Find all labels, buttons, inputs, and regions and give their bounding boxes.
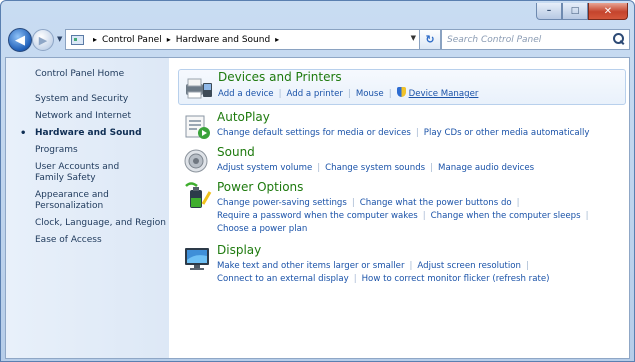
sidebar-item-ease-of-access[interactable]: Ease of Access — [6, 235, 169, 246]
close-button[interactable]: ✕ — [588, 3, 628, 20]
breadcrumb-hardware-and-sound[interactable]: Hardware and Sound — [176, 35, 270, 45]
power-options-links: Change power-saving settings | Change what… — [217, 198, 589, 234]
add-a-device-link[interactable]: Add a device — [218, 89, 274, 99]
category-devices-and-printers: Devices and Printers Add a device | Add a … — [178, 69, 626, 105]
change-default-media-settings-link[interactable]: Change default settings for media or dev… — [217, 128, 411, 138]
breadcrumb-separator[interactable]: ▸ — [275, 35, 279, 44]
require-password-on-wake-link[interactable]: Require a password when the computer wak… — [217, 211, 418, 221]
manage-audio-devices-link[interactable]: Manage audio devices — [438, 163, 534, 173]
power-battery-icon[interactable] — [183, 182, 213, 210]
make-text-larger-link[interactable]: Make text and other items larger or smal… — [217, 261, 405, 271]
connect-external-display-link[interactable]: Connect to an external display — [217, 274, 349, 284]
autoplay-title[interactable]: AutoPlay — [217, 110, 270, 124]
mouse-link[interactable]: Mouse — [356, 89, 384, 99]
sidebar-item-control-panel-home[interactable]: Control Panel Home — [6, 69, 169, 80]
power-options-title[interactable]: Power Options — [217, 180, 303, 194]
shield-icon — [396, 87, 406, 97]
sound-title[interactable]: Sound — [217, 145, 255, 159]
change-sleep-time-link[interactable]: Change when the computer sleeps — [431, 211, 581, 221]
navigation-bar: ◀ ▶ ▼ ▸ Control Panel ▸ Hardware and Sou… — [5, 25, 630, 55]
change-power-saving-settings-link[interactable]: Change power-saving settings — [217, 198, 347, 208]
maximize-button[interactable]: □ — [562, 3, 588, 20]
window-caption-buttons: – □ ✕ — [536, 3, 628, 20]
change-power-buttons-link[interactable]: Change what the power buttons do — [360, 198, 512, 208]
forward-button[interactable]: ▶ — [32, 29, 54, 51]
address-dropdown-arrow[interactable]: ▼ — [411, 34, 416, 42]
monitor-flicker-link[interactable]: How to correct monitor flicker (refresh … — [362, 274, 550, 284]
search-placeholder: Search Control Panel — [447, 34, 542, 45]
search-icon[interactable] — [613, 33, 625, 45]
display-title[interactable]: Display — [217, 243, 261, 257]
adjust-system-volume-link[interactable]: Adjust system volume — [217, 163, 312, 173]
category-display: Display Make text and other items larger… — [178, 243, 626, 289]
sidebar-item-system-and-security[interactable]: System and Security — [6, 94, 169, 105]
search-input[interactable]: Search Control Panel — [441, 29, 630, 50]
control-panel-icon — [69, 33, 85, 47]
sidebar-item-appearance[interactable]: Appearance and Personalization — [6, 190, 126, 212]
monitor-icon[interactable] — [183, 245, 213, 273]
category-sound: Sound Adjust system volume | Change system… — [178, 145, 626, 175]
choose-power-plan-link[interactable]: Choose a power plan — [217, 224, 307, 234]
sidebar-item-user-accounts[interactable]: User Accounts and Family Safety — [6, 162, 146, 184]
category-autoplay: AutoPlay Change default settings for med… — [178, 110, 626, 140]
add-a-printer-link[interactable]: Add a printer — [287, 89, 343, 99]
minimize-button[interactable]: – — [536, 3, 562, 20]
refresh-button[interactable]: ↻ — [419, 29, 441, 50]
sidebar-item-programs[interactable]: Programs — [6, 145, 169, 156]
printer-icon[interactable] — [184, 74, 214, 102]
sidebar-item-clock-language-region[interactable]: Clock, Language, and Region — [6, 218, 169, 229]
sidebar-item-hardware-and-sound[interactable]: Hardware and Sound — [6, 128, 169, 139]
breadcrumb-separator[interactable]: ▸ — [167, 35, 171, 44]
category-power-options: Power Options Change power-saving settin… — [178, 180, 626, 238]
devices-and-printers-title[interactable]: Devices and Printers — [218, 70, 342, 84]
breadcrumb-separator[interactable]: ▸ — [93, 35, 97, 44]
control-panel-window: – □ ✕ ◀ ▶ ▼ ▸ Control Panel ▸ Hardware a… — [0, 0, 635, 362]
adjust-screen-resolution-link[interactable]: Adjust screen resolution — [417, 261, 521, 271]
recent-pages-dropdown[interactable]: ▼ — [57, 35, 62, 43]
devices-links: Add a device | Add a printer | Mouse | Device … — [218, 87, 479, 99]
back-button[interactable]: ◀ — [8, 28, 32, 52]
breadcrumb-control-panel[interactable]: Control Panel — [102, 35, 162, 45]
device-manager-link[interactable]: Device Manager — [409, 89, 479, 99]
sidebar-item-network-and-internet[interactable]: Network and Internet — [6, 111, 169, 122]
display-links: Make text and other items larger or smal… — [217, 261, 550, 284]
change-system-sounds-link[interactable]: Change system sounds — [325, 163, 425, 173]
sidebar: Control Panel Home System and Security N… — [6, 58, 169, 358]
autoplay-links: Change default settings for media or dev… — [217, 128, 590, 138]
autoplay-icon[interactable] — [183, 113, 213, 141]
sound-links: Adjust system volume | Change system sound… — [217, 163, 535, 173]
main-pane: Devices and Printers Add a device | Add a … — [178, 58, 626, 358]
play-cds-automatically-link[interactable]: Play CDs or other media automatically — [424, 128, 590, 138]
address-bar[interactable]: ▸ Control Panel ▸ Hardware and Sound ▸ ▼ — [65, 29, 439, 50]
content-area: Control Panel Home System and Security N… — [5, 57, 630, 359]
speaker-icon[interactable] — [183, 147, 213, 175]
